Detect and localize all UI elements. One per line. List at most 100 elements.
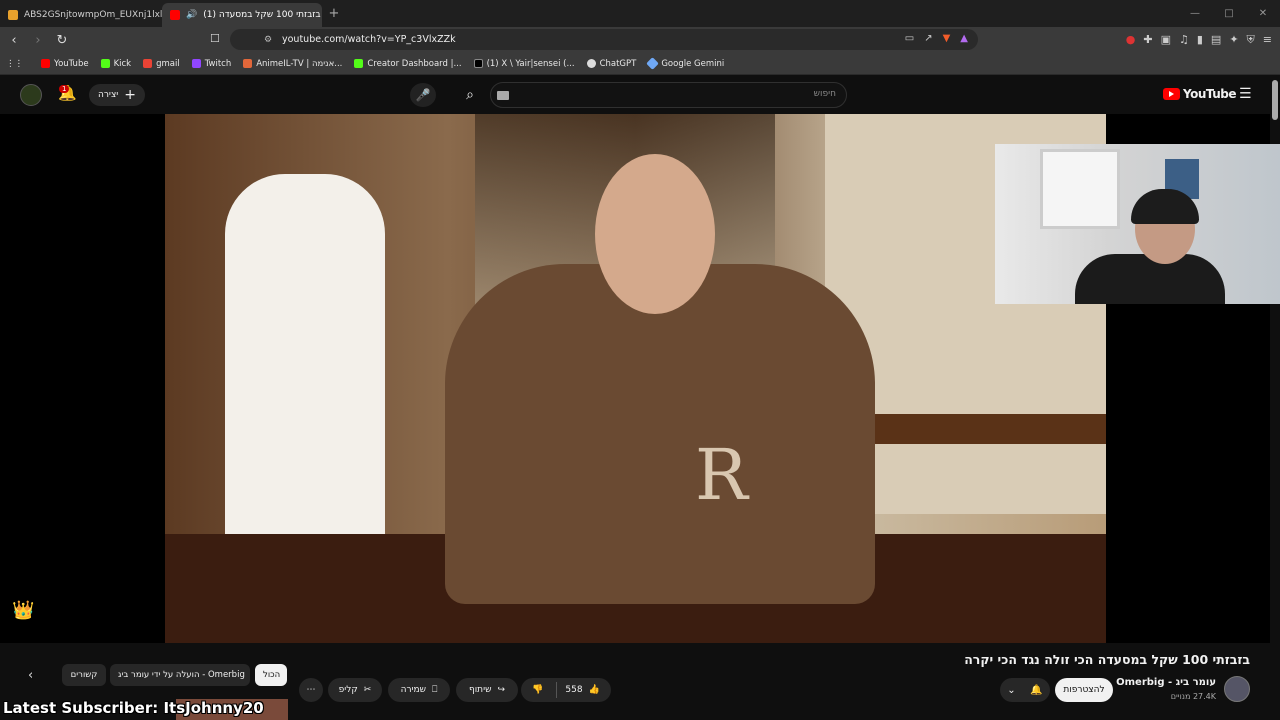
bookmark-creator-dashboard[interactable]: Creator Dashboard |... [354,59,462,69]
back-icon[interactable]: ‹ [4,33,24,48]
screenshot-icon[interactable]: ▣ [1161,33,1171,47]
menu-icon[interactable]: ≡ [1263,33,1272,47]
bookmarks-bar: ⋮⋮ YouTube Kick gmail Twitch AnimeIL-TV … [0,53,1280,75]
video-host-head [595,154,715,314]
bookmark-gmail[interactable]: gmail [143,59,180,69]
channel-name[interactable]: עומר ביג - Omerbig [1116,677,1216,688]
url-text[interactable]: youtube.com/watch?v=YP_c3VlxZZk [282,34,456,45]
chip-all[interactable]: הכול [255,664,287,686]
search-placeholder: חיפוש [813,89,836,99]
new-tab-button[interactable]: + [322,3,346,27]
like-icon[interactable]: 👍 [589,685,600,695]
youtube-favicon-icon [170,10,180,20]
speaker-icon[interactable]: 🔊 [186,10,197,20]
kick-icon [354,59,364,68]
chip-uploaded-by[interactable]: הועלה על ידי עומר ביג - Omerbig [110,664,250,686]
reload-icon[interactable]: ↻ [52,33,72,48]
tab-active[interactable]: 🔊 (1) בזבזתי 100 שקל במסעדה ✕ [162,3,322,27]
close-window-icon[interactable]: ✕ [1246,0,1280,27]
like-divider [556,682,557,698]
bookmark-icon[interactable]: ☐ [210,32,220,45]
video-waitress [225,174,385,574]
kick-icon [100,59,110,68]
bookmark-chatgpt[interactable]: ChatGPT [586,59,636,69]
youtube-icon [41,59,50,68]
subscribe-button[interactable]: להצטרפות [1055,678,1113,702]
vpn-icon[interactable]: ⛨ [1247,33,1255,47]
music-icon[interactable]: ♫ [1179,33,1189,47]
maximize-icon[interactable]: □ [1212,0,1246,27]
chevron-down-icon: ⌄ [1007,684,1016,696]
create-label: יצירה [97,90,119,100]
more-actions-button[interactable]: ⋯ [299,678,323,702]
hoodie-logo: R [695,434,748,516]
keyboard-icon[interactable] [497,91,509,100]
share-label: שיתוף [468,685,492,695]
like-count[interactable]: 558 [565,685,582,695]
chip-related[interactable]: קשורים [62,664,106,686]
bookmark-animeil[interactable]: AnimeIL-TV | אנימה... [243,59,342,69]
puzzle-icon[interactable]: ✚ [1143,33,1152,47]
bookmark-save-icon: ⎕ [432,685,438,695]
tab-title: (1) בזבזתי 100 שקל במסעדה [203,10,321,20]
cast-icon[interactable]: ▭ [905,33,914,44]
video-host-body [445,264,875,604]
rewards-icon[interactable]: ▲ [960,33,968,44]
extension-icons: ● ✚ ▣ ♫ ▮ ▤ ✦ ⛨ ≡ [1126,33,1272,47]
tab-favicon-icon [8,10,18,20]
crown-mascot-icon: 👑 [12,600,35,621]
account-avatar[interactable] [20,84,42,106]
minimize-icon[interactable]: — [1178,0,1212,27]
apps-icon[interactable]: ⋮⋮ [6,59,23,69]
window-controls: — □ ✕ [1178,0,1280,27]
youtube-logo-text: YouTube [1183,87,1237,101]
sidebar-icon[interactable]: ▮ [1197,33,1203,47]
notification-settings-button[interactable]: ⌄ 🔔 [1000,678,1050,702]
twitch-icon [191,59,201,68]
x-icon [473,59,483,68]
bookmark-gemini[interactable]: Google Gemini [646,57,724,70]
webcam-window [1040,149,1120,229]
voice-search-mic-icon[interactable]: 🎤 [410,83,436,107]
search-icon[interactable]: ⌕ [452,83,488,107]
scissors-icon: ✂ [363,685,372,695]
site-info-icon[interactable]: ⚙ [264,35,272,45]
search-input[interactable]: חיפוש [490,82,847,108]
bookmark-x[interactable]: (1) X \ Yair|sensei (... [473,59,575,69]
gmail-icon [143,59,153,68]
dislike-icon[interactable]: 👎 [532,685,543,695]
chevron-left-icon[interactable]: ‹ [28,668,33,683]
like-dislike-group: 👎 558 👍 [521,678,611,702]
brave-shield-icon[interactable]: ▼ [943,33,951,44]
save-button[interactable]: שמירה ⎕ [388,678,450,702]
share-button[interactable]: שיתוף ↪ [456,678,518,702]
chatgpt-icon [586,59,596,68]
subscriber-count: 27.4K מנויים [1170,692,1216,701]
youtube-logo[interactable]: YouTube [1163,87,1237,101]
youtube-play-icon [1163,88,1180,100]
create-button[interactable]: יצירה + [89,84,145,106]
video-wall-shelf [845,414,1106,444]
page-scrollbar[interactable] [1272,80,1278,120]
bookmark-twitch[interactable]: Twitch [191,59,231,69]
address-bar-icons: ▭ ↗ ▼ ▲ [905,33,968,44]
clip-button[interactable]: קליפ ✂ [328,678,382,702]
leo-icon[interactable]: ✦ [1229,33,1238,47]
bell-icon: 🔔 [1030,684,1043,696]
forward-icon[interactable]: › [28,33,48,48]
stream-overlay-latest-subscriber: Latest Subscriber: ItsJohnny20 [3,699,264,717]
guide-menu-icon[interactable]: ☰ [1239,86,1252,102]
channel-avatar[interactable] [1224,676,1250,702]
video-frame[interactable]: R [165,114,1106,643]
video-title: בזבזתי 100 שקל במסעדה הכי זולה נגד הכי י… [964,652,1250,667]
wallet-icon[interactable]: ▤ [1211,33,1221,47]
bookmark-kick[interactable]: Kick [100,59,131,69]
share-page-icon[interactable]: ↗ [924,33,932,44]
gemini-icon [646,57,660,70]
plus-icon: + [124,87,137,103]
extension-icon[interactable]: ● [1126,33,1136,47]
address-bar[interactable]: ☐ ⚙ youtube.com/watch?v=YP_c3VlxZZk ▭ ↗ … [210,29,978,50]
tab-inactive[interactable]: ABS2GSnjtowmpOm_EUXnj1lxll6wK_ [0,3,162,27]
tab-title: ABS2GSnjtowmpOm_EUXnj1lxll6wK_ [24,10,162,20]
bookmark-youtube[interactable]: YouTube [41,59,89,69]
